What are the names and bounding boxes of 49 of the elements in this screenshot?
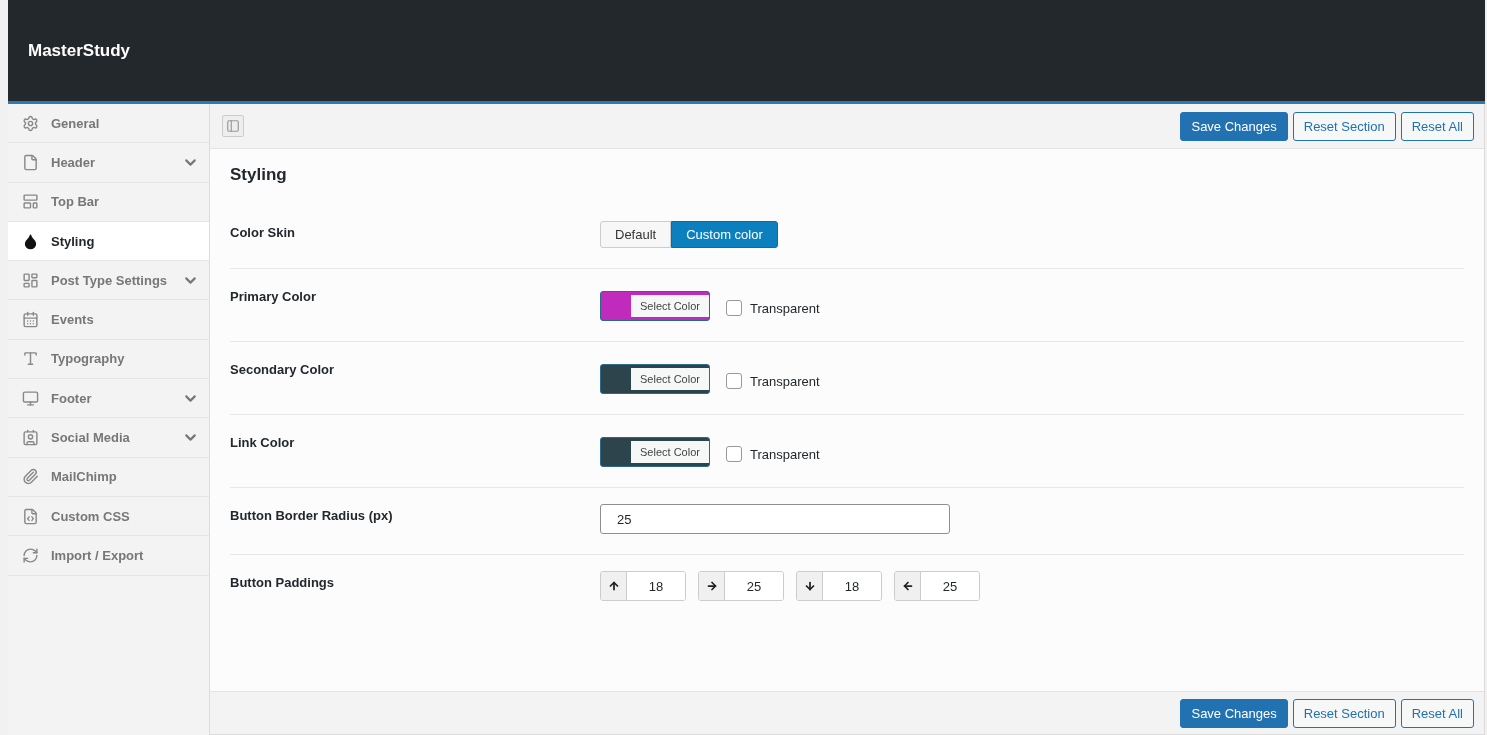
checkbox-label: Transparent: [750, 446, 820, 462]
refresh-icon: [22, 546, 39, 564]
padding-field[interactable]: 25: [698, 571, 784, 601]
option-button[interactable]: Default: [600, 221, 672, 248]
reset-button[interactable]: Reset Section: [1292, 698, 1396, 728]
checkbox[interactable]: [726, 373, 742, 389]
code-file-icon: [22, 507, 39, 525]
sidebar-toggle-button[interactable]: [222, 115, 244, 137]
contact-card-icon: [22, 429, 39, 446]
reset-button[interactable]: Reset Section: [1292, 111, 1396, 141]
field-label: Button Paddings: [230, 575, 335, 592]
field-label: Button Border Radius (px): [230, 508, 394, 525]
reset-button[interactable]: Reset All: [1400, 698, 1474, 728]
checkbox[interactable]: [726, 446, 742, 462]
settings-icon: [22, 114, 39, 132]
save-button[interactable]: Save Changes: [1180, 698, 1288, 728]
calendar-icon: [22, 311, 39, 329]
field-label: Primary Color: [230, 289, 317, 306]
panel-icon: [226, 119, 240, 133]
arrow-down-icon: [803, 580, 816, 592]
padding-field[interactable]: 18: [796, 571, 882, 601]
paperclip-icon: [22, 468, 39, 486]
option-button[interactable]: Custom color: [671, 221, 778, 248]
save-button[interactable]: Save Changes: [1180, 111, 1288, 141]
monitor-icon: [22, 389, 39, 407]
sidebar-item[interactable]: Styling: [8, 221, 209, 262]
layout-icon: [22, 271, 39, 289]
field-label: Color Skin: [230, 225, 296, 242]
checkbox[interactable]: [726, 300, 742, 316]
color-picker-button[interactable]: Select Color: [600, 437, 710, 467]
layout-icon: [22, 193, 39, 211]
arrow-left-icon: [901, 580, 914, 592]
padding-field[interactable]: 25: [894, 571, 980, 601]
input-field[interactable]: 25: [600, 504, 950, 534]
section-title: Styling: [230, 165, 288, 185]
color-picker-button[interactable]: Select Color: [600, 291, 710, 321]
field-label: Secondary Color: [230, 362, 336, 379]
letter-icon: [22, 350, 39, 368]
arrow-up-icon: [607, 580, 620, 592]
arrow-right-icon: [705, 580, 718, 592]
app-title: MasterStudy: [28, 40, 131, 61]
color-picker-button[interactable]: Select Color: [600, 364, 710, 394]
checkbox-label: Transparent: [750, 300, 820, 316]
file-icon: [22, 153, 39, 171]
reset-button[interactable]: Reset All: [1400, 111, 1474, 141]
droplet-icon: [22, 232, 39, 250]
checkbox-label: Transparent: [750, 373, 820, 389]
padding-field[interactable]: 18: [600, 571, 686, 601]
field-label: Link Color: [230, 435, 296, 452]
